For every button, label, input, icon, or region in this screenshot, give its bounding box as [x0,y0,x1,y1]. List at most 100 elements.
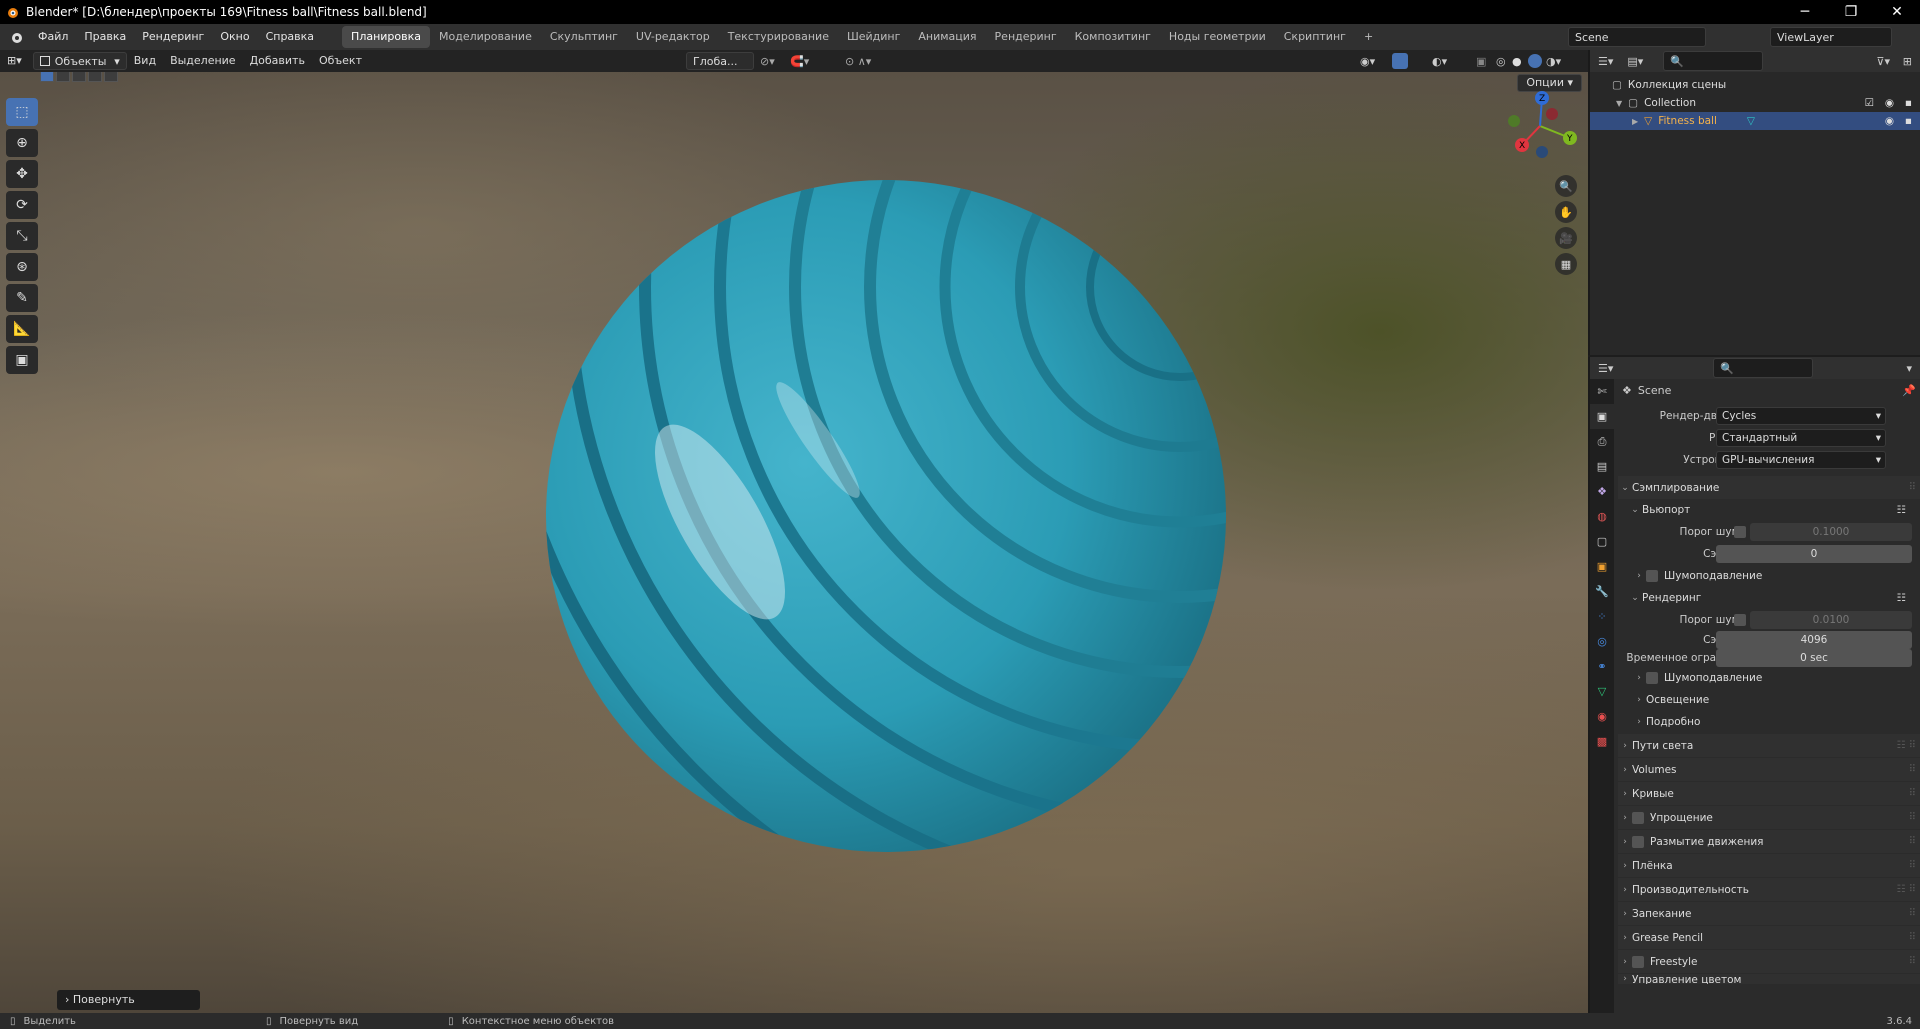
outliner-editor-icon[interactable]: ☰▾ [1598,55,1613,68]
expand-arrow-icon[interactable]: ▶ [1632,117,1638,126]
outliner-search-input[interactable]: 🔍 [1663,51,1764,71]
tab-rendering[interactable]: Рендеринг [986,26,1066,48]
select-extend-icon[interactable] [56,72,70,82]
tab-uv-editing[interactable]: UV-редактор [627,26,719,48]
tab-texture-paint[interactable]: Текстурирование [719,26,838,48]
tab-sculpting[interactable]: Скульптинг [541,26,627,48]
grease-pencil-panel[interactable]: › Grease Pencil ⠿ [1618,926,1920,949]
drag-grip-icon[interactable]: ⠿ [1909,764,1916,775]
menu-file[interactable]: Файл [30,24,76,50]
mode-dropdown[interactable]: Стандартный ▾ [1716,429,1886,447]
add-cube-tool[interactable]: ▣ [6,346,38,374]
motion-blur-panel[interactable]: › Размытие движения ⠿ [1618,830,1920,853]
scene-tab-icon[interactable]: ❖ [1590,479,1614,504]
select-box-tool[interactable]: ⬚ [6,98,38,126]
menu-window[interactable]: Окно [212,24,257,50]
vp-noise-field[interactable]: 0.1000 [1750,523,1912,541]
vp-denoise-subpanel[interactable]: › Шумоподавление [1618,565,1920,587]
drag-grip-icon[interactable]: ⠿ [1909,932,1916,943]
device-dropdown[interactable]: GPU-вычисления ▾ [1716,451,1886,469]
pivot-icon[interactable]: ⊘▾ [760,55,775,68]
scene-selector[interactable]: Scene [1568,27,1706,47]
render-engine-dropdown[interactable]: Cycles ▾ [1716,407,1886,425]
motion-blur-checkbox[interactable] [1632,835,1644,848]
pin-icon[interactable]: 📌 [1902,384,1916,397]
annotate-tool[interactable]: ✎ [6,284,38,312]
output-tab-icon[interactable]: ⎙ [1590,429,1614,454]
cursor-tool[interactable]: ⊕ [6,129,38,157]
mesh-data-icon[interactable]: ▽ [1747,115,1755,127]
move-tool[interactable]: ✥ [6,160,38,188]
snap-icon[interactable]: 🧲▾ [790,55,809,68]
drag-grip-icon[interactable]: ⠿ [1909,812,1916,823]
bake-panel[interactable]: › Запекание ⠿ [1618,902,1920,925]
camera-icon[interactable]: ▪ [1905,97,1912,109]
world-tab-icon[interactable]: ◍ [1590,504,1614,529]
solid-shading-icon[interactable]: ● [1512,55,1522,68]
properties-editor-icon[interactable]: ☰▾ [1598,362,1613,375]
editor-type-button[interactable]: ⊞▾ [0,50,29,72]
outliner-scene-collection[interactable]: ▢ Коллекция сцены [1590,76,1920,94]
drag-grip-icon[interactable]: ☷ ⠿ [1897,884,1916,895]
light-paths-panel[interactable]: › Пути света ☷ ⠿ [1618,734,1920,757]
filter-icon[interactable]: ⊽▾ [1876,55,1890,68]
material-tab-icon[interactable]: ◉ [1590,704,1614,729]
zoom-icon[interactable]: 🔍 [1555,175,1577,197]
pan-hand-icon[interactable]: ✋ [1555,201,1577,223]
noise-threshold-checkbox[interactable] [1734,526,1746,538]
outliner-collection-row[interactable]: ▼ ▢ Collection ☑ ◉ ▪ [1590,94,1920,112]
properties-search-input[interactable]: 🔍 [1713,358,1814,378]
performance-panel[interactable]: › Производительность ☷ ⠿ [1618,878,1920,901]
select-intersect-icon[interactable] [104,72,118,82]
scale-tool[interactable]: ⤡ [6,222,38,250]
tab-compositing[interactable]: Композитинг [1066,26,1160,48]
expand-arrow-icon[interactable]: ▼ [1616,99,1622,108]
lights-subpanel[interactable]: › Освещение [1618,689,1920,711]
camera-view-icon[interactable]: 🎥 [1555,227,1577,249]
navigation-gizmo[interactable]: Y Z X [1500,86,1580,166]
menu-view[interactable]: Вид [127,50,163,72]
drag-grip-icon[interactable]: ⠿ [1909,482,1916,493]
simplify-checkbox[interactable] [1632,811,1644,824]
time-limit-field[interactable]: 0 sec [1716,649,1912,667]
eye-icon[interactable]: ◉ [1885,97,1894,109]
xray-icon[interactable]: ▣ [1476,55,1486,68]
gizmo-toggle-icon[interactable] [1392,53,1408,69]
menu-render[interactable]: Рендеринг [134,24,212,50]
data-tab-icon[interactable]: ▽ [1590,679,1614,704]
tab-animation[interactable]: Анимация [909,26,985,48]
view-layer-tab-icon[interactable]: ▤ [1590,454,1614,479]
r-denoise-subpanel[interactable]: › Шумоподавление [1618,667,1920,689]
particles-tab-icon[interactable]: ⁘ [1590,604,1614,629]
new-collection-icon[interactable]: ⊞ [1903,55,1912,68]
tab-shading[interactable]: Шейдинг [838,26,909,48]
maximize-button[interactable]: ❐ [1828,0,1874,24]
visibility-icon[interactable]: ◉▾ [1360,55,1375,68]
menu-edit[interactable]: Правка [76,24,134,50]
3d-viewport[interactable]: ⬚ ⊕ ✥ ⟳ ⤡ ⊛ ✎ 📐 ▣ Опции ▾ Y Z X 🔍 ✋ 🎥 ▦ … [0,72,1588,1013]
presets-icon[interactable]: ☷ [1897,504,1906,516]
constraints-tab-icon[interactable]: ⚭ [1590,654,1614,679]
menu-object[interactable]: Объект [312,50,369,72]
add-workspace-button[interactable]: + [1355,26,1382,48]
transform-orientation-dropdown[interactable]: Глоба... [686,52,754,70]
checkbox-icon[interactable]: ☑ [1865,97,1874,109]
measure-tool[interactable]: 📐 [6,315,38,343]
drag-grip-icon[interactable]: ⠿ [1909,788,1916,799]
rotate-tool[interactable]: ⟳ [6,191,38,219]
perspective-grid-icon[interactable]: ▦ [1555,253,1577,275]
select-invert-icon[interactable] [88,72,102,82]
rendered-shading-icon[interactable]: ◑▾ [1546,55,1561,68]
select-new-icon[interactable] [40,72,54,82]
r-samples-field[interactable]: 4096 [1716,631,1912,649]
tab-modeling[interactable]: Моделирование [430,26,541,48]
tool-tab-icon[interactable]: ✄ [1590,379,1614,404]
mode-dropdown[interactable]: Объекты ▾ [32,52,127,70]
tab-geometry-nodes[interactable]: Ноды геометрии [1160,26,1275,48]
transform-tool[interactable]: ⊛ [6,253,38,281]
tab-layout[interactable]: Планировка [342,26,431,48]
chevron-down-icon[interactable]: ▾ [1906,362,1912,375]
drag-grip-icon[interactable]: ⠿ [1909,956,1916,967]
film-panel[interactable]: › Плёнка ⠿ [1618,854,1920,877]
overlay-icon[interactable]: ◐▾ [1432,55,1447,68]
